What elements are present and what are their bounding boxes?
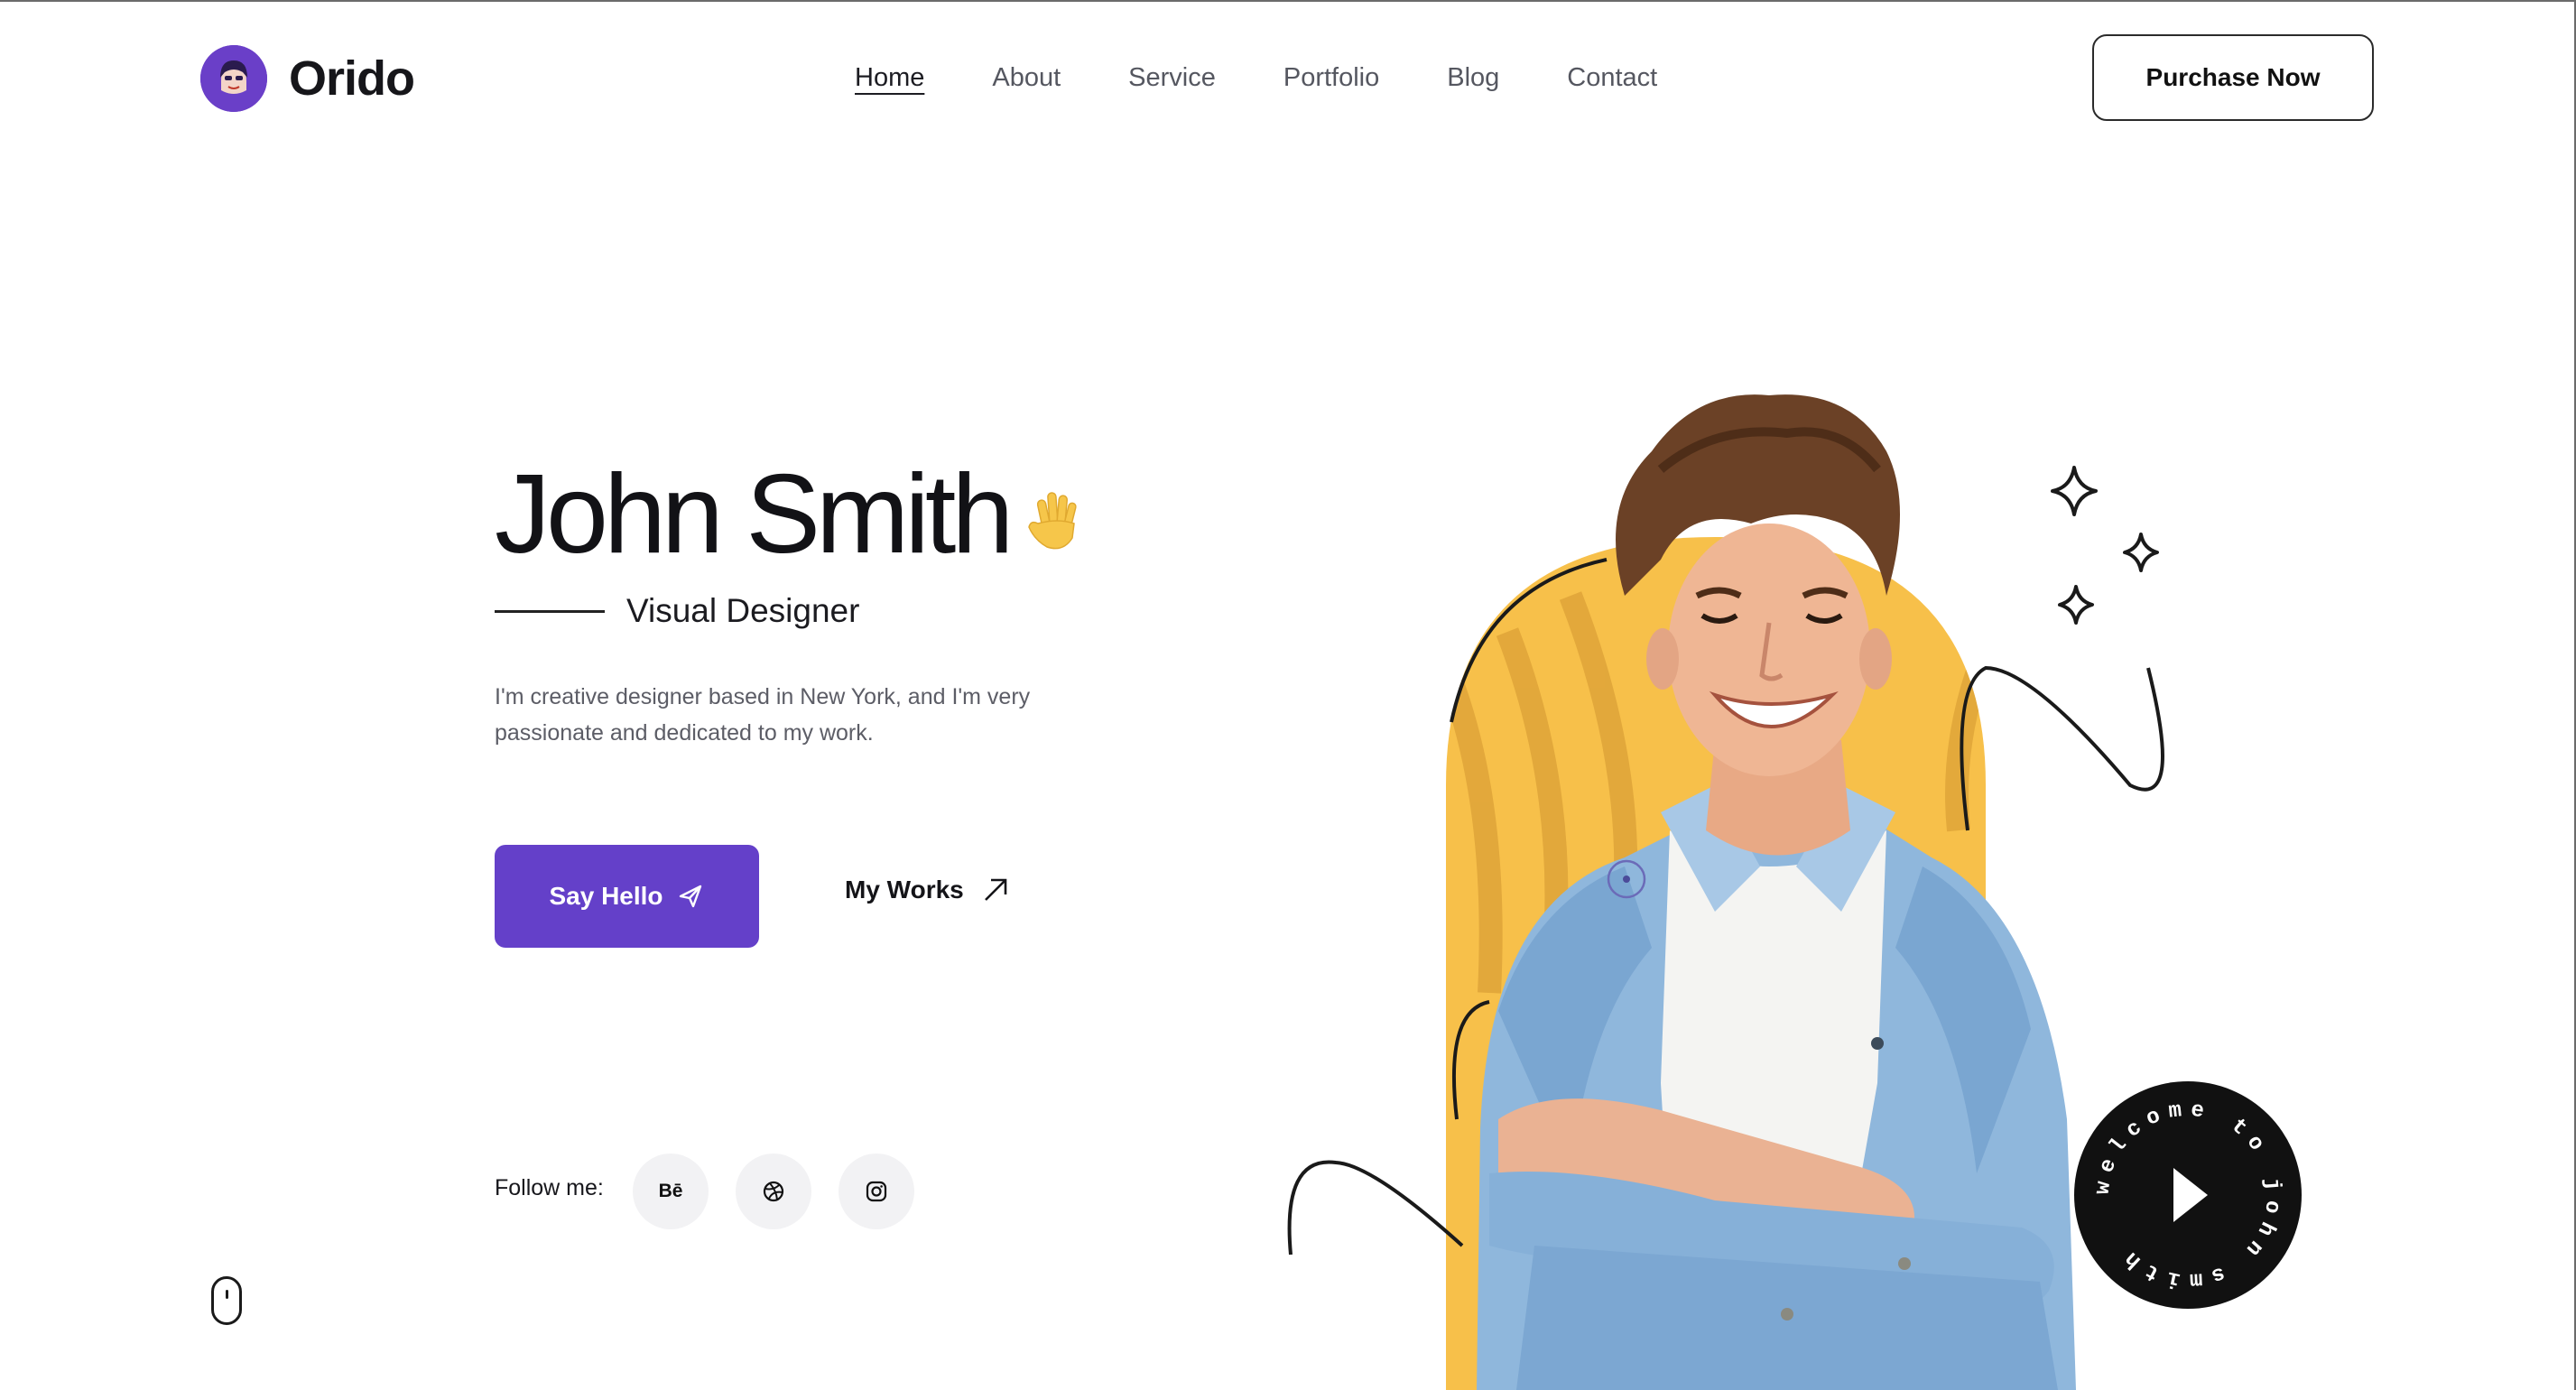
nav-contact[interactable]: Contact xyxy=(1567,60,1657,96)
hero-role: Visual Designer xyxy=(626,592,860,629)
sparkle-icons xyxy=(2051,466,2159,625)
say-hello-label: Say Hello xyxy=(549,882,663,910)
nav-blog[interactable]: Blog xyxy=(1447,60,1499,96)
brand-name: Orido xyxy=(289,51,415,106)
follow-label: Follow me: xyxy=(495,1175,604,1200)
hero-name: John Smith xyxy=(495,452,1014,577)
my-works-label: My Works xyxy=(845,876,964,904)
hero-intro: I'm creative designer based in New York,… xyxy=(495,684,1031,746)
behance-icon[interactable]: Bē xyxy=(633,1154,709,1229)
say-hello-button[interactable]: Say Hello xyxy=(495,845,759,948)
dribbble-icon[interactable] xyxy=(736,1154,811,1229)
send-icon xyxy=(679,885,701,908)
nav-home[interactable]: Home xyxy=(855,60,924,96)
logo-avatar-icon xyxy=(200,45,267,112)
arrow-up-right-icon xyxy=(984,878,1007,901)
nav-about[interactable]: About xyxy=(992,60,1061,96)
instagram-glyph-icon xyxy=(866,1181,887,1202)
welcome-play-badge[interactable]: welcome to john smith xyxy=(2072,1080,2303,1311)
scribble-right xyxy=(1960,665,2164,831)
main-nav: Home About Service Portfolio Blog Contac… xyxy=(855,60,1725,96)
scroll-mouse-icon[interactable] xyxy=(211,1276,242,1325)
instagram-icon[interactable] xyxy=(839,1154,914,1229)
dribbble-glyph-icon xyxy=(763,1181,784,1202)
waving-hand-icon xyxy=(1028,492,1077,550)
my-works-link[interactable]: My Works xyxy=(845,876,1009,904)
brand-logo[interactable]: Orido xyxy=(200,45,415,112)
nav-service[interactable]: Service xyxy=(1128,60,1216,96)
scribble-bottom xyxy=(1287,1160,1464,1256)
nav-portfolio[interactable]: Portfolio xyxy=(1283,60,1379,96)
purchase-now-button[interactable]: Purchase Now xyxy=(2092,34,2374,121)
role-divider xyxy=(495,610,605,613)
